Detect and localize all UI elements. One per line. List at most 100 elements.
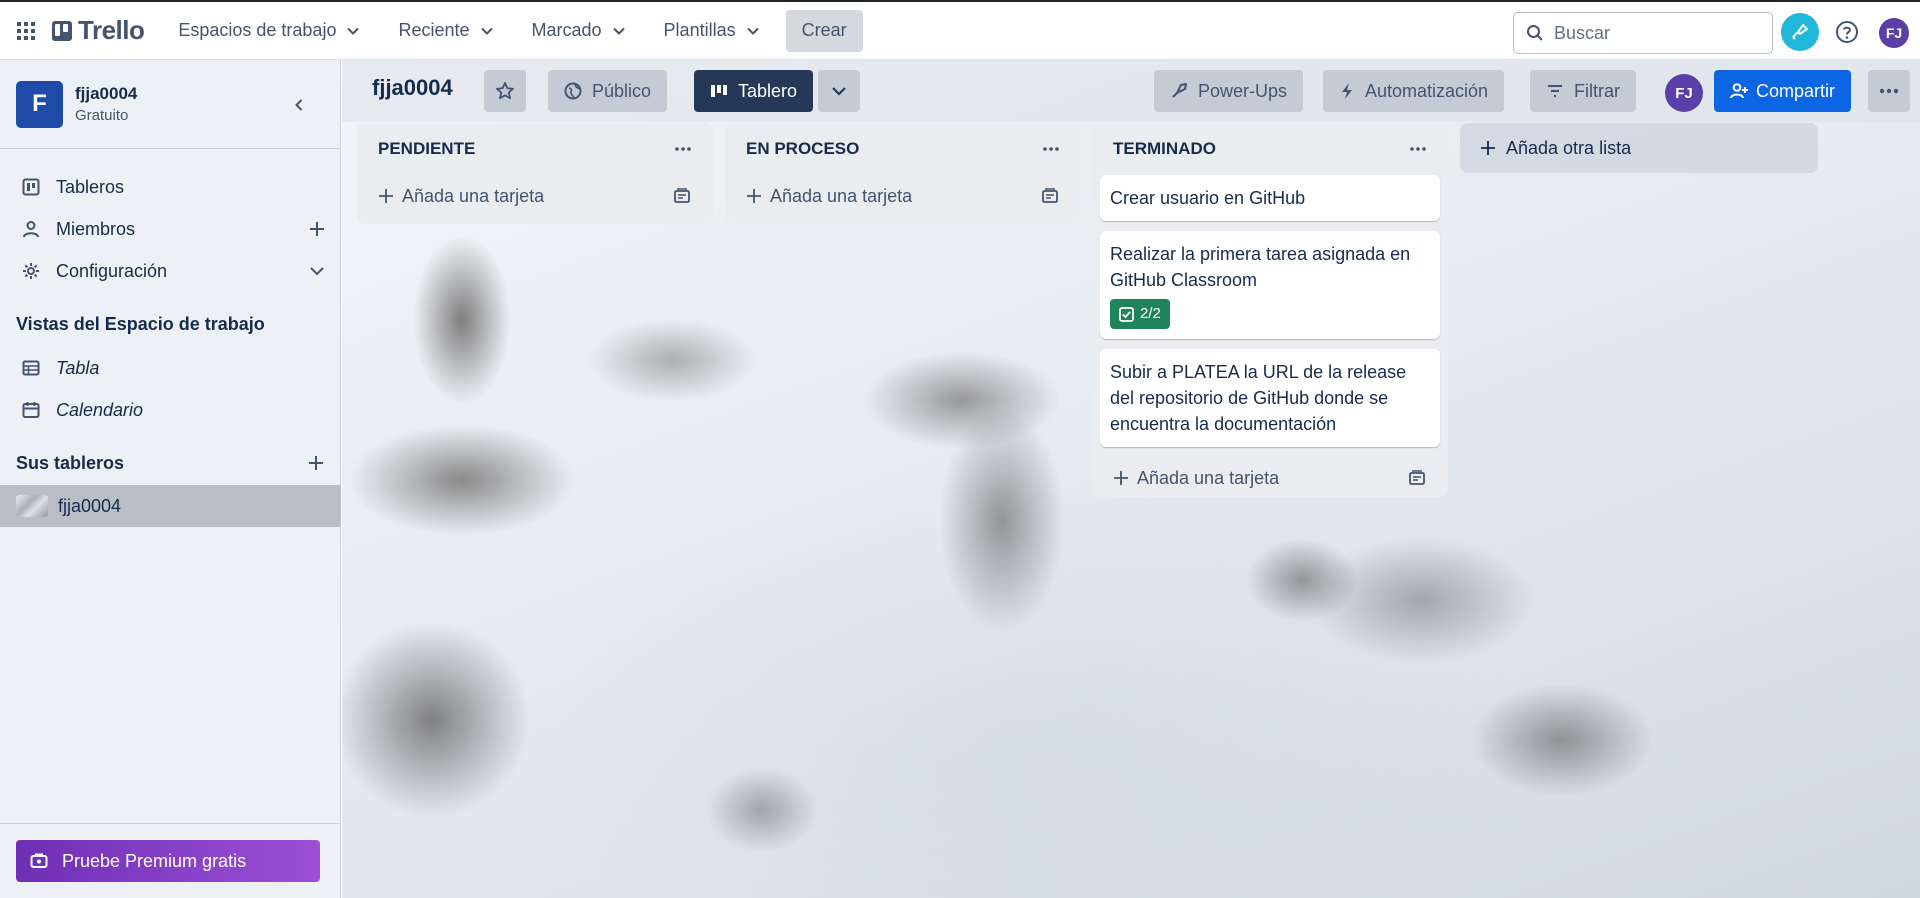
share-label: Compartir bbox=[1756, 80, 1836, 101]
card-template-icon[interactable] bbox=[673, 187, 691, 205]
card-title: Subir a PLATEA la URL de la release del … bbox=[1110, 362, 1407, 434]
list-title[interactable]: PENDIENTE bbox=[378, 139, 475, 159]
plus-icon bbox=[1481, 141, 1495, 155]
card-title: Crear usuario en GitHub bbox=[1110, 188, 1306, 208]
add-card-label: Añada una tarjeta bbox=[770, 185, 913, 206]
menu-templates[interactable]: Plantillas bbox=[652, 11, 772, 51]
star-board-button[interactable] bbox=[484, 70, 526, 112]
add-card-label: Añada una tarjeta bbox=[1137, 467, 1280, 488]
collapse-sidebar-icon[interactable] bbox=[286, 92, 312, 118]
menu-recent[interactable]: Reciente bbox=[386, 11, 505, 51]
premium-label: Pruebe Premium gratis bbox=[62, 850, 247, 871]
add-card-label: Añada una tarjeta bbox=[402, 185, 545, 206]
sidebar-item-calendar[interactable]: Calendario bbox=[0, 389, 341, 431]
menu-templates-label: Plantillas bbox=[663, 20, 736, 40]
views-dropdown-button[interactable] bbox=[818, 70, 860, 112]
board-view-button[interactable]: Tablero bbox=[694, 70, 814, 112]
app-switcher-icon[interactable] bbox=[12, 17, 40, 45]
menu-starred[interactable]: Marcado bbox=[520, 11, 638, 51]
workspace-logo: F bbox=[16, 80, 63, 128]
help-icon[interactable] bbox=[1832, 17, 1862, 47]
card[interactable]: Crear usuario en GitHub bbox=[1100, 175, 1440, 221]
user-avatar[interactable]: FJ bbox=[1879, 18, 1909, 48]
calendar-icon bbox=[22, 401, 40, 419]
sidebar-board-item[interactable]: fjja0004 bbox=[0, 485, 341, 527]
board-title[interactable]: fjja0004 bbox=[372, 75, 453, 101]
app-name: Trello bbox=[78, 15, 145, 45]
sidebar-item-table[interactable]: Tabla bbox=[0, 347, 341, 389]
add-card-button[interactable]: Añada una tarjeta bbox=[365, 175, 705, 217]
search-input[interactable] bbox=[1554, 22, 1754, 44]
more-icon bbox=[1879, 88, 1899, 94]
filter-icon bbox=[1548, 85, 1562, 97]
automation-button[interactable]: Automatización bbox=[1323, 70, 1505, 112]
board-icon bbox=[22, 178, 40, 196]
sidebar-divider bbox=[0, 823, 341, 824]
chevron-down-icon bbox=[832, 87, 846, 96]
search-box[interactable] bbox=[1513, 12, 1773, 54]
board-view-label: Tablero bbox=[738, 80, 798, 101]
add-board-icon[interactable] bbox=[306, 453, 326, 473]
checklist-count: 2/2 bbox=[1140, 305, 1161, 322]
add-list-button[interactable]: Añada otra lista bbox=[1460, 123, 1818, 173]
board-thumbnail bbox=[16, 495, 48, 517]
plus-icon bbox=[747, 189, 761, 203]
menu-recent-label: Reciente bbox=[398, 20, 470, 40]
list-title[interactable]: TERMINADO bbox=[1113, 139, 1216, 159]
workspace-sidebar: F fjja0004 Gratuito Tableros Miembros Co… bbox=[0, 60, 341, 898]
chevron-down-icon[interactable] bbox=[307, 261, 327, 281]
board-menu-button[interactable] bbox=[1868, 70, 1910, 112]
table-icon bbox=[22, 359, 40, 377]
lightning-icon bbox=[1342, 83, 1352, 99]
top-navigation: Trello Espacios de trabajo Reciente Marc… bbox=[0, 0, 1920, 60]
list-title[interactable]: EN PROCESO bbox=[746, 139, 859, 159]
try-premium-button[interactable]: Pruebe Premium gratis bbox=[16, 840, 320, 882]
sidebar-item-settings[interactable]: Configuración bbox=[0, 250, 341, 292]
chevron-down-icon bbox=[746, 27, 759, 35]
card-template-icon[interactable] bbox=[1408, 469, 1426, 487]
sidebar-item-label: Tableros bbox=[56, 176, 125, 197]
workspace-plan: Gratuito bbox=[75, 107, 129, 124]
trello-logo-icon bbox=[52, 20, 72, 41]
filter-label: Filtrar bbox=[1574, 80, 1620, 101]
more-icon[interactable] bbox=[674, 146, 692, 152]
list-terminado: TERMINADO Crear usuario en GitHub Realiz… bbox=[1092, 123, 1448, 497]
star-icon bbox=[496, 82, 514, 100]
list-header[interactable]: TERMINADO bbox=[1100, 123, 1440, 175]
card[interactable]: Realizar la primera tarea asignada en Gi… bbox=[1100, 231, 1440, 339]
add-card-button[interactable]: Añada una tarjeta bbox=[1100, 457, 1440, 499]
list-header[interactable]: PENDIENTE bbox=[365, 123, 705, 175]
gear-icon bbox=[22, 262, 40, 280]
sidebar-item-label: Tabla bbox=[56, 357, 100, 378]
list-header[interactable]: EN PROCESO bbox=[733, 123, 1073, 175]
chevron-down-icon bbox=[612, 27, 625, 35]
add-card-button[interactable]: Añada una tarjeta bbox=[733, 175, 1073, 217]
trello-logo[interactable]: Trello bbox=[52, 15, 145, 46]
menu-workspaces-label: Espacios de trabajo bbox=[178, 20, 337, 40]
automation-label: Automatización bbox=[1365, 80, 1489, 101]
add-person-icon bbox=[1730, 83, 1748, 99]
list-pendiente: PENDIENTE Añada una tarjeta bbox=[357, 123, 713, 224]
power-ups-button[interactable]: Power-Ups bbox=[1154, 70, 1304, 112]
list-en-proceso: EN PROCESO Añada una tarjeta bbox=[725, 123, 1081, 224]
sidebar-item-members[interactable]: Miembros bbox=[0, 208, 341, 250]
visibility-label: Público bbox=[592, 80, 652, 101]
sidebar-item-boards[interactable]: Tableros bbox=[0, 166, 341, 208]
rocket-icon bbox=[1172, 83, 1187, 98]
visibility-button[interactable]: Público bbox=[548, 70, 668, 112]
share-button[interactable]: Compartir bbox=[1714, 70, 1852, 112]
chevron-down-icon bbox=[347, 27, 360, 35]
workspace-header: F fjja0004 Gratuito bbox=[0, 60, 340, 149]
add-member-icon[interactable] bbox=[307, 219, 327, 239]
card-template-icon[interactable] bbox=[1041, 187, 1059, 205]
notifications-icon[interactable] bbox=[1781, 13, 1819, 51]
create-button[interactable]: Crear bbox=[785, 9, 863, 52]
menu-workspaces[interactable]: Espacios de trabajo bbox=[166, 11, 372, 51]
more-icon[interactable] bbox=[1042, 146, 1060, 152]
more-icon[interactable] bbox=[1409, 146, 1427, 152]
filter-button[interactable]: Filtrar bbox=[1530, 70, 1636, 112]
card[interactable]: Subir a PLATEA la URL de la release del … bbox=[1100, 349, 1440, 447]
board-member-avatar[interactable]: FJ bbox=[1665, 74, 1703, 112]
workspace-name[interactable]: fjja0004 bbox=[75, 84, 137, 104]
add-list-label: Añada otra lista bbox=[1506, 137, 1632, 158]
